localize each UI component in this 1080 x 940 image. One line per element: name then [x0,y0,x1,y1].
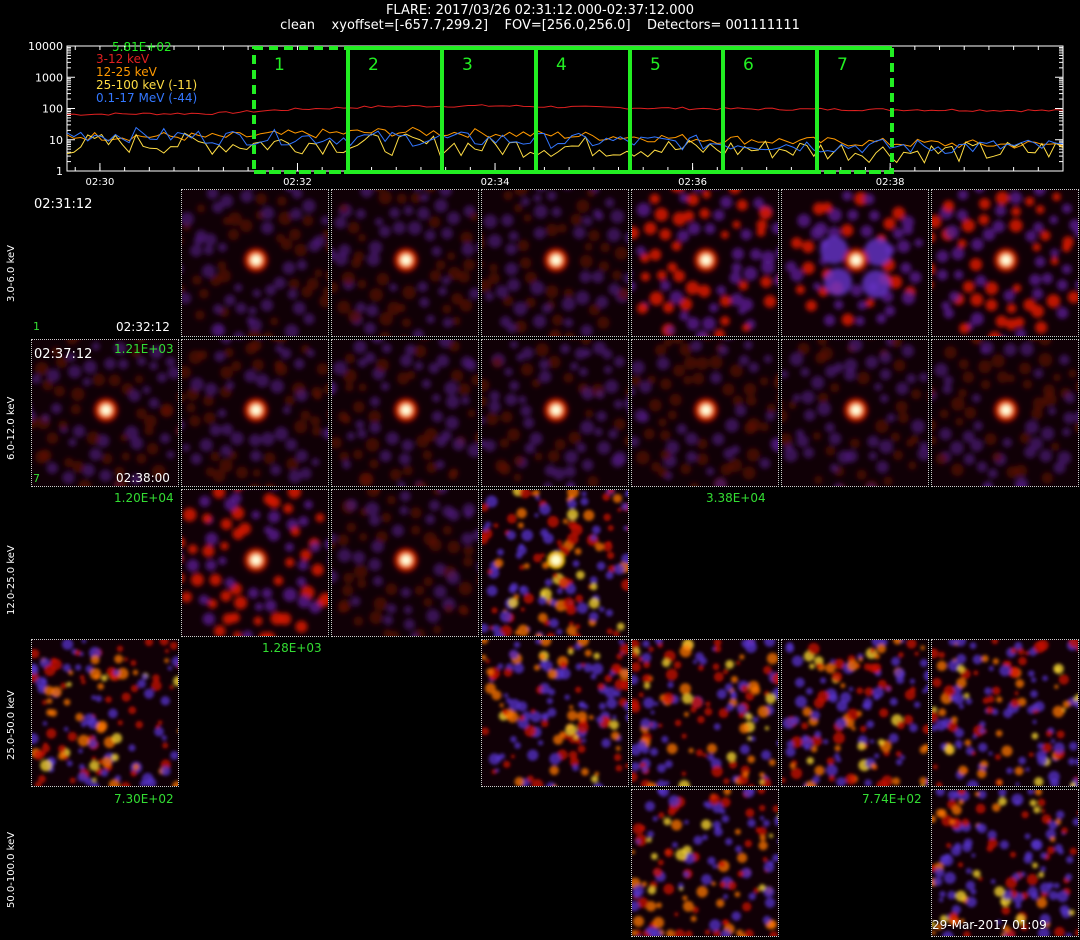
row-label-50-100: 50.0-100.0 keV [6,831,17,908]
footer-timestamp: 29-Mar-2017 01:09 [932,918,1047,932]
row2-end-time: 02:38:00 [116,471,170,485]
row5-max-label: 7.30E+02 [114,792,174,806]
row2-index: 7 [33,472,40,485]
map-tile-r2-c2 [181,339,329,487]
map-tile-r1-c2 [181,189,329,337]
row2-max-label: 1.21E+03 [114,342,174,356]
map-tile-r1-c4 [481,189,629,337]
row1-end-time: 02:32:12 [116,320,170,334]
map-tile-r1-c7 [931,189,1079,337]
row-label-12-25: 12.0-25.0 keV [6,545,17,615]
map-tile-r5-c7 [931,789,1079,937]
row2-start-time: 02:37:12 [34,347,93,362]
map-tile-r4-c7 [931,639,1079,787]
map-tile-r2-c5 [631,339,779,487]
row5-max-label-2: 7.74E+02 [862,792,922,806]
map-tile-r5-c5 [631,789,779,937]
map-tile-r2-c7 [931,339,1079,487]
map-tile-r4-c4 [481,639,629,787]
row3-max-label: 1.20E+04 [114,491,174,505]
map-tile-r4-c1 [31,639,179,787]
map-tile-r2-c3 [331,339,479,487]
map-tile-r3-c3 [331,489,479,637]
map-tile-r4-c6 [781,639,929,787]
map-tile-r4-c5 [631,639,779,787]
map-tile-r2-c6 [781,339,929,487]
map-tile-r1-c3 [331,189,479,337]
row-label-3-6: 3.0-6.0 keV [6,244,17,302]
row1-start-time: 02:31:12 [34,197,93,212]
map-tile-r3-c2 [181,489,329,637]
row1-index: 1 [33,320,40,333]
row3-max-label-2: 3.38E+04 [706,491,766,505]
row-label-6-12: 6.0-12.0 keV [6,396,17,460]
row4-max-label: 1.28E+03 [262,641,322,655]
row-label-25-50: 25.0-50.0 keV [6,690,17,760]
map-tile-r3-c4 [481,489,629,637]
map-tile-r1-c5 [631,189,779,337]
map-tile-r1-c6 [781,189,929,337]
map-tile-r2-c4 [481,339,629,487]
